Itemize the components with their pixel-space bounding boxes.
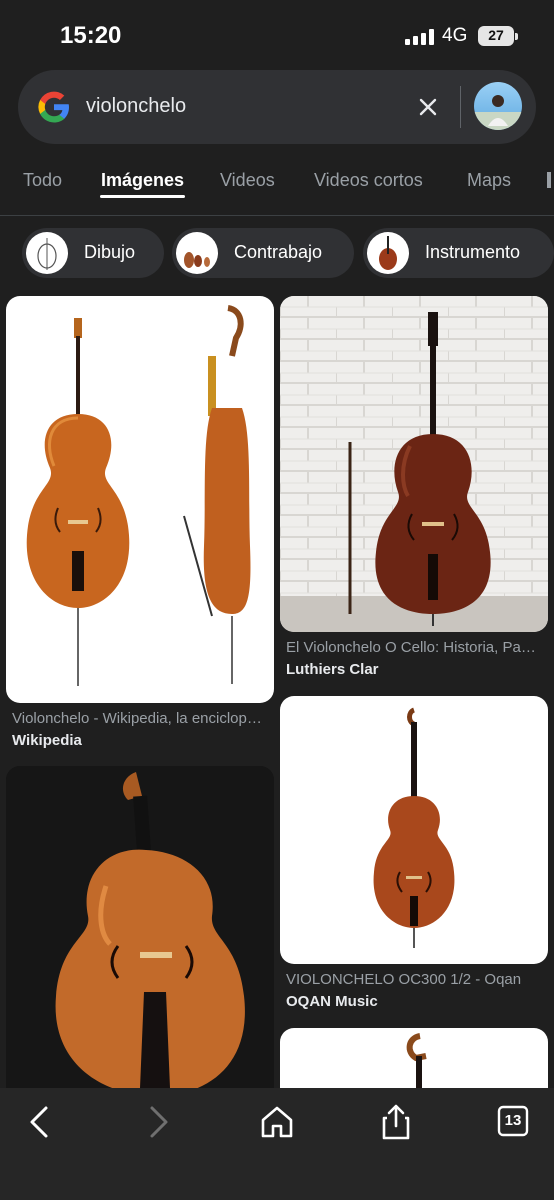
tab-maps[interactable]: Maps	[467, 170, 511, 191]
share-icon[interactable]	[376, 1102, 416, 1142]
active-tab-indicator	[100, 195, 185, 198]
result-source[interactable]: Wikipedia	[12, 732, 82, 749]
home-icon[interactable]	[257, 1102, 297, 1142]
search-bar[interactable]: violonchelo	[18, 70, 536, 144]
status-time: 15:20	[60, 22, 122, 49]
cello-front-and-side-image	[26, 305, 251, 686]
result-image-oqan[interactable]	[280, 696, 548, 964]
chip-label: Dibujo	[84, 242, 136, 262]
result-title[interactable]: Violonchelo - Wikipedia, la enciclopedia…	[12, 710, 270, 727]
result-image-luthiers[interactable]	[280, 296, 548, 632]
avatar[interactable]	[474, 82, 522, 130]
cello-dark-background-image	[6, 766, 274, 1088]
forward-icon[interactable]	[138, 1102, 178, 1142]
bottom-toolbar: 13	[0, 1088, 554, 1200]
divider	[460, 86, 461, 128]
chip-thumbnail	[26, 232, 68, 274]
chip-instrumento[interactable]: Instrumento	[363, 228, 554, 278]
chip-label: Instrumento	[425, 242, 521, 262]
close-icon[interactable]	[414, 93, 442, 121]
result-source[interactable]: OQAN Music	[286, 993, 378, 1010]
tab-todo[interactable]: Todo	[23, 170, 62, 191]
battery-icon: 27	[478, 26, 518, 46]
result-image-wikipedia[interactable]	[6, 296, 274, 703]
google-logo-icon	[38, 91, 69, 123]
chip-label: Contrabajo	[234, 242, 323, 262]
search-input[interactable]: violonchelo	[86, 95, 186, 118]
status-bar: 15:20 4G 27	[0, 0, 554, 70]
result-source[interactable]: Luthiers Clar	[286, 661, 379, 678]
signal-icon	[405, 29, 435, 45]
cello-brick-wall-image	[280, 296, 548, 632]
chip-thumbnail	[367, 232, 409, 274]
cello-scroll-image	[406, 1033, 427, 1088]
chip-thumbnail	[176, 232, 218, 274]
network-type: 4G	[442, 25, 468, 46]
chip-dibujo[interactable]: Dibujo	[22, 228, 164, 278]
back-icon[interactable]	[20, 1102, 60, 1142]
result-title[interactable]: VIOLONCHELO OC300 1/2 - Oqan	[286, 971, 538, 988]
tab-count: 13	[504, 1112, 522, 1129]
tab-overflow[interactable]	[547, 172, 551, 188]
tab-videos[interactable]: Videos	[220, 170, 275, 191]
result-image-dark-cello[interactable]	[6, 766, 274, 1088]
cello-white-background-image	[373, 707, 455, 948]
tab-imagenes[interactable]: Imágenes	[101, 170, 184, 191]
battery-level: 27	[488, 27, 504, 43]
tab-videos-cortos[interactable]: Videos cortos	[314, 170, 423, 191]
result-title[interactable]: El Violonchelo O Cello: Historia, Partes	[286, 639, 538, 656]
tabs-button[interactable]: 13	[494, 1102, 534, 1142]
result-image-partial[interactable]	[280, 1028, 548, 1088]
search-tabs: Todo Imágenes Videos Videos cortos Maps	[0, 158, 554, 216]
chip-contrabajo[interactable]: Contrabajo	[172, 228, 354, 278]
